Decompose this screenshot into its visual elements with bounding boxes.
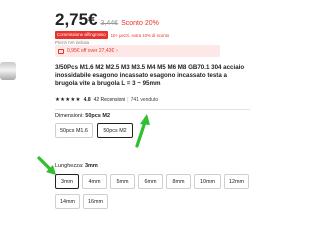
length-option-8mm[interactable]: 8mm	[166, 174, 191, 189]
divider	[55, 109, 250, 110]
annotation-arrow-down-icon	[37, 156, 56, 175]
chevron-right-icon: ›	[116, 48, 118, 54]
old-price: 3,44€	[100, 20, 119, 27]
length-label: Lunghezza: 3mm	[55, 163, 98, 169]
product-info-panel: 2,75€ 3,44€ Sconto 20% Commissione all'i…	[55, 0, 250, 250]
length-option-6mm[interactable]: 6mm	[138, 174, 163, 189]
rating-value: 4.8	[83, 97, 91, 103]
dimension-label-text: Dimensioni:	[55, 113, 84, 119]
dimension-option-m1-6[interactable]: 50pcs M1.6	[55, 123, 93, 138]
coupon-icon	[58, 48, 64, 54]
length-label-text: Lunghezza:	[55, 163, 84, 169]
length-option-16mm[interactable]: 16mm	[83, 194, 108, 209]
dimension-selected-value: 50pcs M2	[85, 113, 111, 119]
coupon-bar[interactable]: 0,95€ off over 27,43€ ›	[55, 45, 220, 57]
product-title: 3/50Pcs M1.6 M2 M2.5 M3 M3.5 M4 M5 M6 M8…	[55, 64, 245, 87]
current-price: 2,75€	[55, 10, 98, 29]
star-rating-icon: ★★★★★	[55, 97, 81, 103]
discount-label: Sconto 20%	[121, 20, 159, 27]
rating-row: ★★★★★ 4.8 42 Recensioni | 741 venduto	[55, 96, 158, 104]
wholesale-badge: Commissione all'ingrosso	[55, 31, 108, 39]
product-image-strip	[0, 0, 40, 250]
length-option-3mm[interactable]: 3mm	[55, 174, 79, 189]
coupon-text: 0,95€ off over 27,43€	[67, 48, 115, 54]
price-row: 2,75€ 3,44€ Sconto 20%	[55, 10, 159, 29]
length-option-10mm[interactable]: 10mm	[194, 174, 221, 189]
wholesale-text: 10+ pezzi, extra 10% di sconto	[110, 32, 170, 38]
dimension-option-m2[interactable]: 50pcs M2	[97, 123, 133, 138]
length-selected-value: 3mm	[84, 163, 98, 169]
length-option-4mm[interactable]: 4mm	[82, 174, 107, 189]
length-option-12mm[interactable]: 12mm	[224, 174, 249, 189]
length-option-14mm[interactable]: 14mm	[55, 194, 80, 209]
sold-count: 741 venduto	[130, 97, 159, 103]
product-thumbnail[interactable]	[0, 62, 16, 80]
dimension-label: Dimensioni: 50pcs M2	[55, 113, 110, 119]
length-option-5mm[interactable]: 5mm	[110, 174, 135, 189]
promo-row: Commissione all'ingrosso 10+ pezzi, extr…	[55, 31, 169, 39]
reviews-link[interactable]: 42 Recensioni	[94, 97, 126, 103]
separator: |	[127, 97, 129, 103]
